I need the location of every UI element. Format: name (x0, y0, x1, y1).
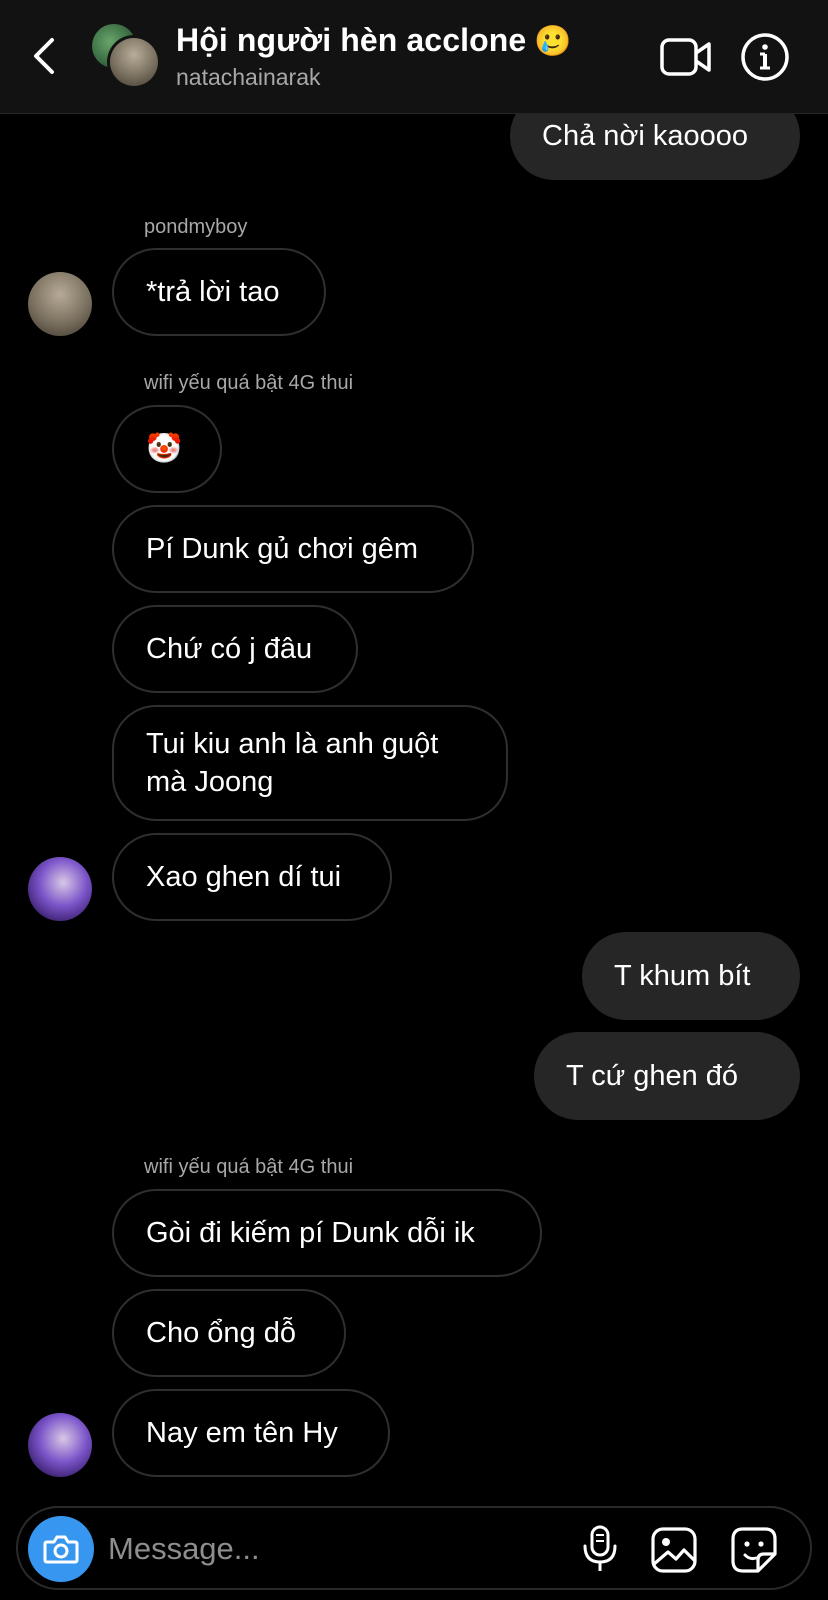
avatar[interactable] (28, 857, 92, 921)
message-input[interactable] (106, 1522, 550, 1576)
info-icon[interactable] (740, 32, 790, 82)
chat-title-emoji: 🥲 (534, 25, 572, 58)
message-bubble-incoming[interactable]: 🤡 (112, 405, 222, 493)
video-call-icon[interactable] (660, 36, 712, 78)
message-bubble-incoming[interactable]: Chứ có j đâu (112, 605, 358, 693)
camera-button[interactable] (28, 1516, 94, 1582)
chat-title[interactable]: Hội người hèn acclone 🥲 (176, 22, 572, 59)
back-chevron-icon[interactable] (28, 32, 64, 80)
camera-icon (43, 1535, 79, 1564)
message-bubble-incoming[interactable]: Xao ghen dí tui (112, 833, 392, 921)
chat-title-text: Hội người hèn acclone (176, 22, 527, 58)
gallery-icon[interactable] (650, 1526, 698, 1574)
message-bubble-incoming[interactable]: Pí Dunk gủ chơi gêm (112, 505, 474, 593)
microphone-icon[interactable] (578, 1524, 622, 1574)
sender-name: pondmyboy (144, 216, 248, 238)
avatar[interactable] (28, 1413, 92, 1477)
sender-name: wifi yếu quá bật 4G thui (144, 1156, 354, 1178)
avatar[interactable] (28, 272, 92, 336)
message-bubble-incoming[interactable]: Cho ổng dỗ (112, 1289, 346, 1377)
message-bubble-outgoing[interactable]: T cứ ghen đó (534, 1032, 800, 1120)
sender-name: wifi yếu quá bật 4G thui (144, 372, 354, 394)
message-bubble-incoming[interactable]: *trả lời tao (112, 248, 326, 336)
sticker-icon[interactable] (730, 1526, 778, 1574)
chat-subtitle: natachainarak (176, 64, 321, 90)
message-bubble-outgoing[interactable]: T khum bít (582, 932, 800, 1020)
message-bubble-incoming[interactable]: Nay em tên Hy (112, 1389, 390, 1477)
chat-header: Hội người hèn acclone 🥲 natachainarak (0, 0, 828, 114)
message-bubble-incoming[interactable]: Gòi đi kiếm pí Dunk dỗi ik (112, 1189, 542, 1277)
group-avatar[interactable] (92, 24, 160, 90)
group-avatar-member-2 (110, 38, 158, 86)
message-composer (16, 1506, 812, 1590)
message-bubble-incoming[interactable]: Tui kiu anh là anh guột mà Joong (112, 705, 508, 821)
